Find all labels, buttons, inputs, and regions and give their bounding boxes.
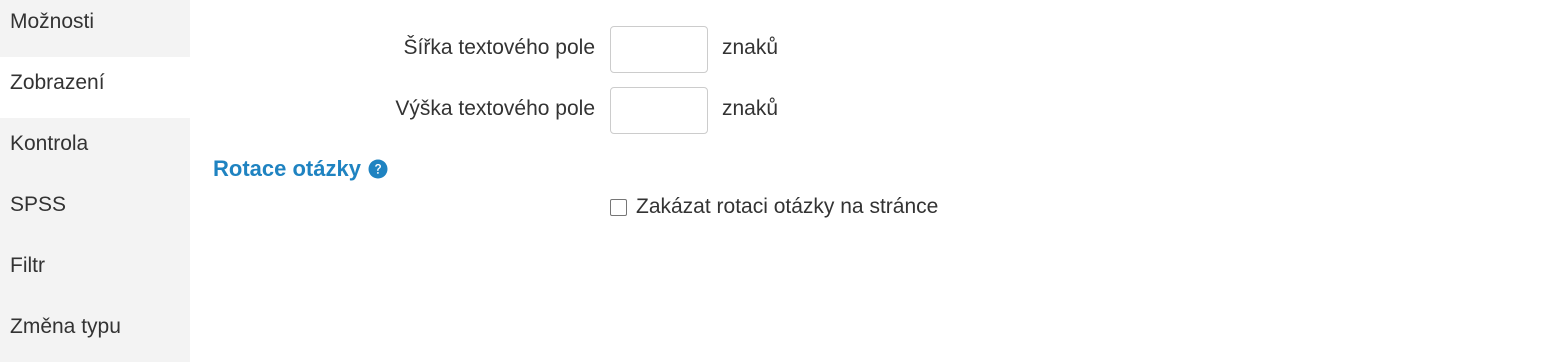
sidebar-item-filtr[interactable]: Filtr (0, 240, 190, 301)
height-input[interactable] (610, 87, 708, 134)
width-label: Šířka textového pole (403, 36, 595, 59)
disable-rotation-checkbox[interactable] (610, 198, 627, 216)
sidebar-item-zobrazeni[interactable]: Zobrazení (0, 57, 190, 118)
rotation-section: Rotace otázky (213, 156, 388, 182)
sidebar-item-spss[interactable]: SPSS (0, 179, 190, 240)
sidebar-item-label: Možnosti (10, 10, 95, 33)
disable-rotation-row: Zakázat rotaci otázky na stránce (610, 195, 938, 219)
height-label: Výška textového pole (395, 97, 595, 120)
question-circle-icon[interactable] (368, 159, 388, 179)
sidebar-item-zmena-typu[interactable]: Změna typu (0, 301, 190, 362)
sidebar-item-label: Zobrazení (10, 71, 105, 94)
sidebar-item-label: SPSS (10, 193, 67, 216)
width-input[interactable] (610, 26, 708, 73)
width-unit-label: znaků (722, 36, 779, 59)
sidebar-item-label: Kontrola (10, 132, 89, 155)
height-unit-label: znaků (722, 97, 779, 120)
sidebar: Možnosti Zobrazení Kontrola SPSS Filtr Z… (0, 0, 190, 362)
sidebar-item-kontrola[interactable]: Kontrola (0, 118, 190, 179)
sidebar-item-moznosti[interactable]: Možnosti (0, 0, 190, 57)
sidebar-item-label: Změna typu (10, 315, 121, 338)
disable-rotation-label[interactable]: Zakázat rotaci otázky na stránce (636, 195, 938, 219)
sidebar-item-label: Filtr (10, 254, 45, 277)
rotation-title: Rotace otázky (213, 156, 361, 181)
